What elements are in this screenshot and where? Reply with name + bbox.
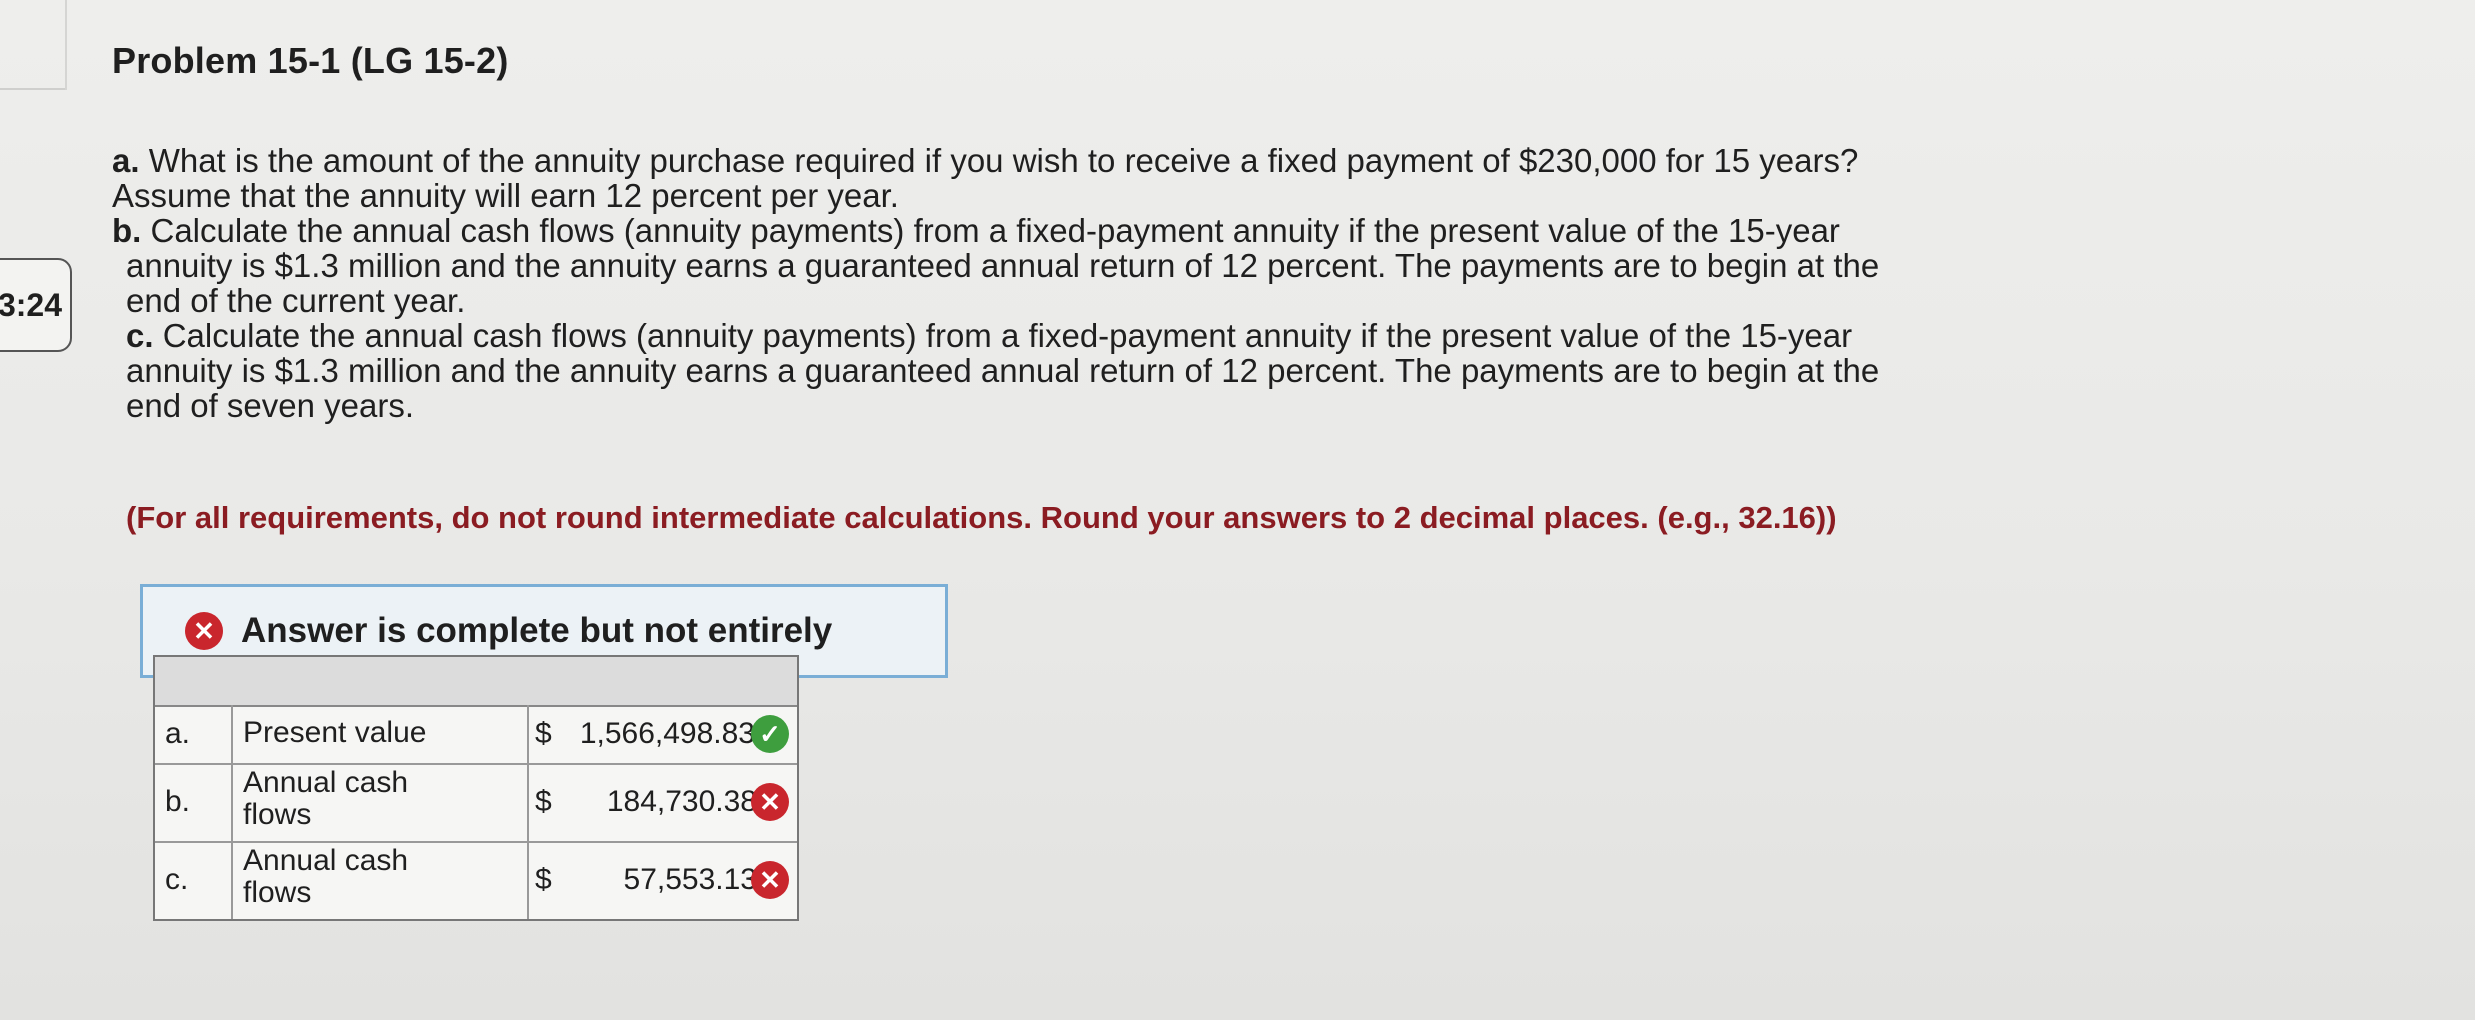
answer-table: a. Present value $ 1,566,498.83 ✓ b. Ann… xyxy=(153,655,799,921)
table-row-c: c. Annual cash flows $ 57,553.13 ✕ xyxy=(155,841,797,919)
timer-badge: 3:24 xyxy=(0,258,72,352)
table-row-b: b. Annual cash flows $ 184,730.38 ✕ xyxy=(155,763,797,843)
answer-value: 57,553.13 xyxy=(623,863,757,896)
answer-input[interactable]: $ 184,730.38 ✕ xyxy=(529,763,797,841)
table-row-a: a. Present value $ 1,566,498.83 ✓ xyxy=(155,705,797,765)
part-label: c. xyxy=(155,841,233,919)
question-c-line-3: end of seven years. xyxy=(126,386,415,424)
row-label: Present value xyxy=(233,705,529,763)
answer-value: 1,566,498.83 xyxy=(579,717,755,750)
answer-input[interactable]: $ 57,553.13 ✕ xyxy=(529,841,797,919)
question-c-line-2: annuity is $1.3 million and the annuity … xyxy=(126,351,1880,389)
rounding-instructions: (For all requirements, do not round inte… xyxy=(126,500,1837,535)
question-b-line-2: annuity is $1.3 million and the annuity … xyxy=(126,246,1880,284)
side-divider xyxy=(65,0,67,90)
question-b-line-1: b. Calculate the annual cash flows (annu… xyxy=(112,211,1840,249)
question-a-line-2: Assume that the annuity will earn 12 per… xyxy=(112,176,899,214)
currency-symbol: $ xyxy=(535,863,552,896)
part-label: a. xyxy=(155,705,233,763)
currency-symbol: $ xyxy=(535,717,552,750)
incorrect-icon: ✕ xyxy=(185,612,223,650)
incorrect-x-icon: ✕ xyxy=(751,783,789,821)
top-divider xyxy=(0,88,65,90)
answer-input[interactable]: $ 1,566,498.83 ✓ xyxy=(529,705,797,763)
answer-value: 184,730.38 xyxy=(606,785,757,818)
incorrect-x-icon: ✕ xyxy=(751,861,789,899)
status-text: Answer is complete but not entirely xyxy=(241,611,833,650)
part-label: b. xyxy=(155,763,233,841)
correct-check-icon: ✓ xyxy=(751,715,789,753)
currency-symbol: $ xyxy=(535,785,552,818)
row-label: Annual cash flows xyxy=(233,763,529,841)
question-a-line-1: a. What is the amount of the annuity pur… xyxy=(112,142,1859,179)
question-b-line-3: end of the current year. xyxy=(126,281,466,319)
table-header xyxy=(155,657,797,707)
row-label: Annual cash flows xyxy=(233,841,529,919)
question-text: a. What is the amount of the annuity pur… xyxy=(112,142,2072,424)
question-c-line-1: c. Calculate the annual cash flows (annu… xyxy=(126,316,1853,354)
problem-title: Problem 15-1 (LG 15-2) xyxy=(112,40,509,81)
